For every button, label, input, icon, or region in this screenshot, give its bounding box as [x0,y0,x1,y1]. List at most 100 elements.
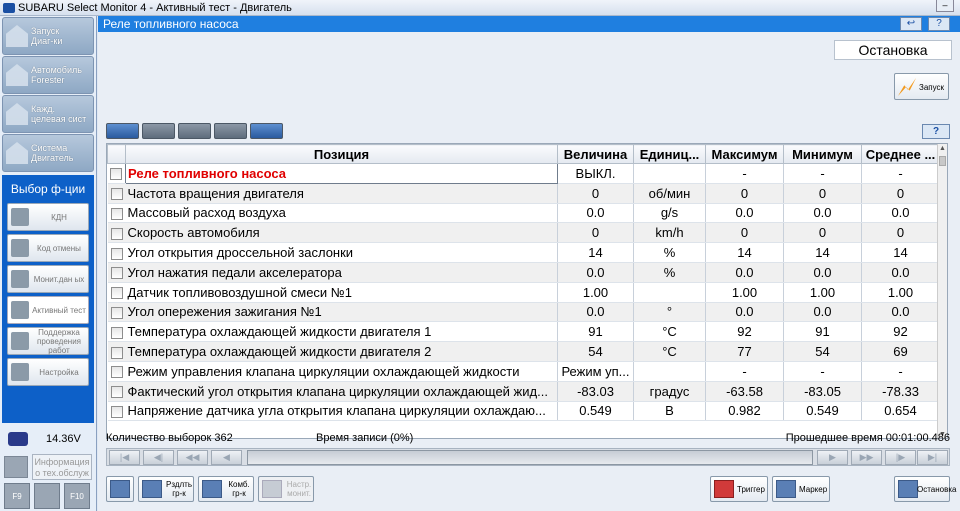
table-row[interactable]: Датчик топливовоздушной смеси №1 1.00 1.00… [107,282,940,303]
row-checkbox[interactable] [107,401,126,422]
checkbox-box[interactable] [110,326,123,339]
table-row[interactable]: Массовый расход воздуха 0.0 g/s 0.0 0.0 0.0 [107,203,940,224]
split-graph-button[interactable]: Рздлть гр-к [138,476,194,502]
play-back-icon[interactable]: ◀ [211,450,242,465]
checkbox-box[interactable] [110,346,123,359]
start-button[interactable]: Запуск [894,73,949,100]
row-checkbox[interactable] [107,183,126,204]
fn-clear-codes-button[interactable]: Код отмены [7,234,89,262]
row-checkbox[interactable] [107,361,126,382]
table-row[interactable]: Температура охлаждающей жидкости двигате… [107,341,940,362]
table-row[interactable]: Фактический угол открытия клапана циркул… [107,381,940,402]
rewind-icon[interactable]: ◀◀ [177,450,208,465]
monitor-settings-button[interactable]: Настр. монит. [258,476,314,502]
nav-target-system-button[interactable]: Кажд. целевая сист [2,95,94,133]
row-checkbox[interactable] [107,282,126,303]
row-checkbox[interactable] [107,321,126,343]
voltage-value: 14.36V [46,433,81,445]
fn-dtc-button[interactable]: КДН [7,203,89,231]
main-header: Реле топливного насоса ↩ ? [98,16,960,32]
fn-active-test-button[interactable]: Активный тест [7,296,89,324]
table-row[interactable]: Режим управления клапана циркуляции охла… [107,361,940,382]
playback-track[interactable] [247,450,813,465]
row-checkbox[interactable] [107,302,126,323]
table-help-button[interactable]: ? [922,124,950,139]
checkbox-box[interactable] [110,208,123,221]
checkbox-box[interactable] [110,168,123,181]
column-header[interactable]: Среднее ... [861,144,940,164]
scroll-up-icon[interactable]: ▲ [938,144,947,154]
column-header[interactable]: Максимум [705,144,784,164]
row-unit: km/h [633,222,706,244]
column-header[interactable]: Позиция [125,144,558,164]
table-row[interactable]: Напряжение датчика угла открытия клапана… [107,401,940,422]
marker-button[interactable]: Маркер [772,476,830,502]
checkbox-box[interactable] [110,247,123,260]
table-row[interactable]: Угол открытия дроссельной заслонки 14% 14 1… [107,242,940,263]
skip-start-icon[interactable]: |◀ [109,450,140,465]
checkbox-box[interactable] [110,307,123,320]
row-avg: 0.0 [861,203,940,224]
page-title: Реле топливного насоса [103,17,239,31]
skip-end-icon[interactable]: ▶| [917,450,948,465]
row-checkbox[interactable] [107,222,126,244]
step-back-icon[interactable]: ◀| [143,450,174,465]
table-row[interactable]: Скорость автомобиля 0 km/h 0 0 0 [107,222,940,244]
data-table: Позиция Величина Единиц... Максимум Мини… [106,143,948,439]
step-forward-icon[interactable]: |▶ [885,450,916,465]
table-row[interactable]: Температура охлаждающей жидкости двигате… [107,321,940,343]
fn-work-support-button[interactable]: Поддержка проведения работ [7,327,89,355]
table-row[interactable]: Угол нажатия педали акселератора 0.0% 0.0 0… [107,262,940,283]
exit-button[interactable] [106,476,134,502]
reload-icon[interactable] [106,123,139,139]
fast-forward-icon[interactable]: ▶▶ [851,450,882,465]
work-support-icon [11,332,29,350]
row-value: 0 [557,183,634,204]
nav-engine-system-button[interactable]: Система Двигатель [2,134,94,172]
row-checkbox[interactable] [107,262,126,283]
checkbox-box[interactable] [110,227,123,240]
scroll-thumb[interactable] [939,156,946,166]
column-header[interactable]: Единиц... [633,144,706,164]
row-checkbox[interactable] [107,203,126,224]
nav-vehicle-button[interactable]: Автомобиль Forester [2,56,94,94]
row-value: 0 [557,222,634,244]
checkbox-box[interactable] [110,287,123,300]
tool-3-icon[interactable] [178,123,211,139]
trigger-button[interactable]: Триггер [710,476,768,502]
header-help-button[interactable]: ? [928,17,950,31]
row-avg: 92 [861,321,940,343]
fn-data-monitor-button[interactable]: Монит.дан ых [7,265,89,293]
f9-button[interactable]: F9 [4,483,30,509]
table-scrollbar[interactable]: ▲ ▼ [937,144,947,438]
row-checkbox[interactable] [107,163,126,184]
fn-settings-button[interactable]: Настройка [7,358,89,386]
checkbox-box[interactable] [110,267,123,280]
play-icon[interactable]: ▶ [817,450,848,465]
tool-2-icon[interactable] [142,123,175,139]
row-avg: 0.0 [861,262,940,283]
nav-start-diagnostics-button[interactable]: Запуск Диаг-ки [2,17,94,55]
table-row[interactable]: Реле топливного насоса ВЫКЛ. - - - [107,163,940,184]
swap-icon[interactable] [250,123,283,139]
checkbox-box[interactable] [110,366,123,379]
back-button[interactable]: ↩ [900,17,922,31]
checkbox-box[interactable] [110,406,123,419]
row-checkbox[interactable] [107,381,126,402]
column-header[interactable]: Величина [557,144,634,164]
row-checkbox[interactable] [107,341,126,362]
table-row[interactable]: Частота вращения двигателя 0 об/мин 0 0 0 [107,183,940,204]
column-header[interactable]: Минимум [783,144,862,164]
row-min: 0.0 [783,302,862,323]
gear-icon[interactable] [214,123,247,139]
minimize-button[interactable]: – [936,0,954,12]
checkbox-box[interactable] [110,386,123,399]
service-info-button[interactable]: Информация о тех.обслуж [4,454,92,480]
stop-button[interactable]: Остановка [894,476,957,502]
checkbox-box[interactable] [110,188,123,201]
table-row[interactable]: Угол опережения зажигания №1 0.0 ° 0.0 0.0 0.… [107,302,940,323]
save-icon[interactable] [34,483,60,509]
f10-button[interactable]: F10 [64,483,90,509]
row-checkbox[interactable] [107,242,126,263]
combine-graph-button[interactable]: Комб. гр-к [198,476,254,502]
